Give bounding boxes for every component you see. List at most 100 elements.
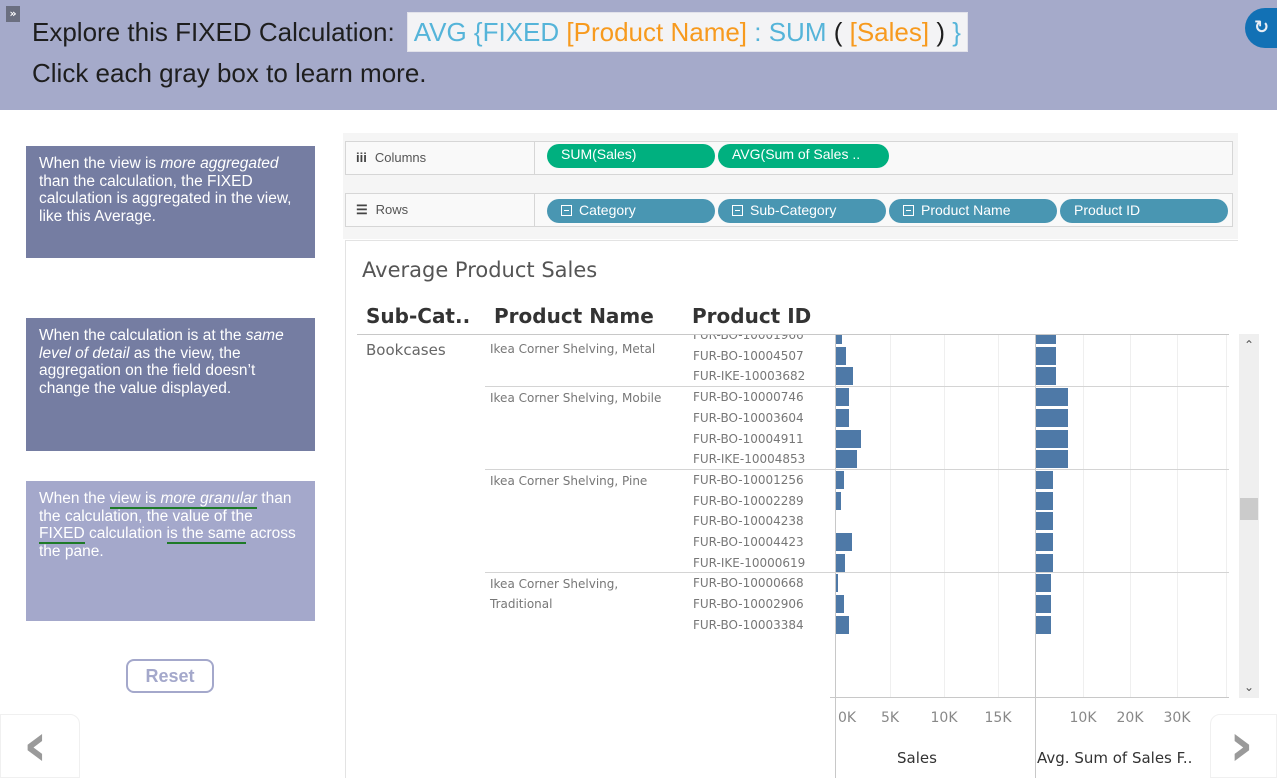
group-divider: [485, 468, 1229, 470]
product-id-cell[interactable]: FUR-BO-10000668: [693, 573, 804, 593]
card-more-aggregated[interactable]: When the view is more aggregated than th…: [26, 146, 315, 258]
avg-sales-bar[interactable]: [1036, 388, 1069, 407]
expand-icon[interactable]: »: [6, 6, 20, 22]
pill-product-name[interactable]: Product Name: [889, 199, 1057, 223]
page-title: Explore this FIXED Calculation: AVG {FIX…: [32, 12, 968, 52]
collapse-icon[interactable]: [903, 205, 914, 216]
sales-bar[interactable]: [836, 450, 858, 469]
axis-title[interactable]: Sales: [897, 749, 937, 767]
axis-tick-label: 30K: [1163, 710, 1191, 726]
next-button[interactable]: ›: [1210, 714, 1277, 778]
card-more-granular[interactable]: When the view is more granular than the …: [26, 481, 315, 621]
header-product-name[interactable]: Product Name: [494, 304, 654, 328]
product-id-cell[interactable]: FUR-BO-10004423: [693, 532, 804, 552]
pill-product-id[interactable]: Product ID: [1060, 199, 1228, 223]
chevron-right-icon: ›: [1229, 710, 1254, 780]
avg-sales-bar[interactable]: [1036, 450, 1069, 469]
reset-button[interactable]: Reset: [126, 659, 214, 693]
sales-bar[interactable]: [836, 595, 844, 614]
formula-box: AVG {FIXED [Product Name] : SUM ( [Sales…: [406, 12, 968, 52]
product-id-cell[interactable]: FUR-BO-10002906: [693, 594, 804, 614]
axis-title[interactable]: Avg. Sum of Sales F..: [1037, 749, 1192, 767]
pill-label: Category: [579, 202, 636, 218]
product-id-cell[interactable]: FUR-BO-10004507: [693, 346, 804, 366]
collapse-icon[interactable]: [561, 205, 572, 216]
product-id-cell[interactable]: FUR-IKE-10004853: [693, 449, 805, 469]
avg-sales-bar[interactable]: [1036, 595, 1051, 614]
sales-bar[interactable]: [836, 553, 845, 572]
header-product-id[interactable]: Product ID: [692, 304, 811, 328]
avg-sales-bar[interactable]: [1036, 346, 1056, 365]
sales-bar[interactable]: [836, 491, 842, 510]
avg-sales-bar[interactable]: [1036, 335, 1056, 344]
avg-sales-bar[interactable]: [1036, 367, 1056, 386]
card-same-level[interactable]: When the calculation is at the same leve…: [26, 318, 315, 451]
pill-label: Product Name: [921, 202, 1011, 218]
vertical-scrollbar[interactable]: ⌃ ⌄: [1239, 334, 1259, 698]
collapse-icon[interactable]: [732, 205, 743, 216]
previous-button[interactable]: ‹: [0, 714, 80, 778]
sales-bar[interactable]: [836, 574, 838, 593]
rows-icon: ☰: [356, 202, 368, 217]
pill-avg-sum-of-sales[interactable]: AVG(Sum of Sales ..: [718, 144, 889, 168]
product-id-cell[interactable]: FUR-BO-10003604: [693, 408, 804, 428]
axis-divider: [835, 697, 836, 778]
sales-bar[interactable]: [836, 429, 861, 448]
avg-sales-bar[interactable]: [1036, 470, 1053, 489]
formula-part: }: [952, 16, 961, 47]
avg-sales-bar[interactable]: [1036, 533, 1053, 551]
columns-shelf[interactable]: iii Columns SUM(Sales) AVG(Sum of Sales .…: [345, 141, 1233, 175]
product-id-cell[interactable]: FUR-IKE-10003682: [693, 366, 805, 386]
product-name-cell[interactable]: Ikea Corner Shelving, Metal: [490, 339, 680, 359]
scroll-thumb[interactable]: [1240, 498, 1258, 520]
sales-bar[interactable]: [836, 533, 853, 551]
header-banner: » Explore this FIXED Calculation: AVG {F…: [0, 0, 1277, 110]
refresh-icon[interactable]: ↻: [1245, 8, 1277, 48]
viz-title: Average Product Sales: [362, 258, 598, 282]
axis-tick-label: 10K: [930, 710, 958, 726]
rows-shelf[interactable]: ☰ Rows Category Sub-Category Product Name…: [345, 193, 1233, 227]
pill-sum-sales[interactable]: SUM(Sales): [547, 144, 715, 168]
product-name-cell[interactable]: Ikea Corner Shelving, Mobile: [490, 388, 680, 408]
product-id-cell[interactable]: FUR-BO-10003384: [693, 615, 804, 635]
axis-tick-label: 15K: [984, 710, 1012, 726]
sales-bar[interactable]: [836, 335, 843, 344]
gridline: [944, 335, 945, 697]
card-text: When the: [39, 490, 110, 507]
product-name-cell[interactable]: Ikea Corner Shelving, Pine: [490, 471, 680, 491]
sales-bar[interactable]: [836, 367, 853, 386]
avg-sales-bar[interactable]: [1036, 491, 1053, 510]
product-id-cell[interactable]: FUR-BO-10002289: [693, 491, 804, 511]
avg-sales-bar[interactable]: [1036, 615, 1051, 634]
rows-label: Rows: [375, 202, 409, 217]
header-sub-category[interactable]: Sub-Cat..: [366, 304, 470, 328]
axis-tick-label: 20K: [1116, 710, 1144, 726]
gridline: [1177, 335, 1178, 697]
pill-category[interactable]: Category: [547, 199, 715, 223]
scroll-down-icon[interactable]: ⌄: [1239, 680, 1259, 694]
avg-sales-bar[interactable]: [1036, 553, 1053, 572]
sales-bar[interactable]: [836, 388, 849, 407]
sales-bar[interactable]: [836, 346, 847, 365]
avg-sales-bar[interactable]: [1036, 512, 1053, 531]
product-id-cell[interactable]: FUR-BO-10000746: [693, 387, 804, 407]
pane-edge: [1226, 335, 1227, 697]
product-id-cell[interactable]: FUR-IKE-10000619: [693, 553, 805, 573]
sales-bar[interactable]: [836, 470, 844, 489]
product-name-cell[interactable]: Ikea Corner Shelving, Traditional: [490, 574, 680, 614]
pill-label: Sub-Category: [750, 202, 837, 218]
formula-part: AVG {FIXED: [413, 16, 567, 47]
formula-part: [Sales]: [849, 16, 930, 47]
group-divider: [485, 572, 1229, 574]
avg-sales-bar[interactable]: [1036, 408, 1069, 427]
product-id-cell[interactable]: FUR-BO-10004911: [693, 429, 804, 449]
product-id-cell[interactable]: FUR-BO-10004238: [693, 511, 804, 531]
scroll-up-icon[interactable]: ⌃: [1239, 338, 1259, 352]
avg-sales-bar[interactable]: [1036, 574, 1051, 593]
sales-bar[interactable]: [836, 615, 849, 634]
pill-sub-category[interactable]: Sub-Category: [718, 199, 886, 223]
avg-sales-bar[interactable]: [1036, 429, 1069, 448]
sales-bar[interactable]: [836, 408, 849, 427]
product-id-cell[interactable]: FUR-BO-10001256: [693, 470, 804, 490]
axis-tick-label: 0K: [837, 710, 857, 726]
